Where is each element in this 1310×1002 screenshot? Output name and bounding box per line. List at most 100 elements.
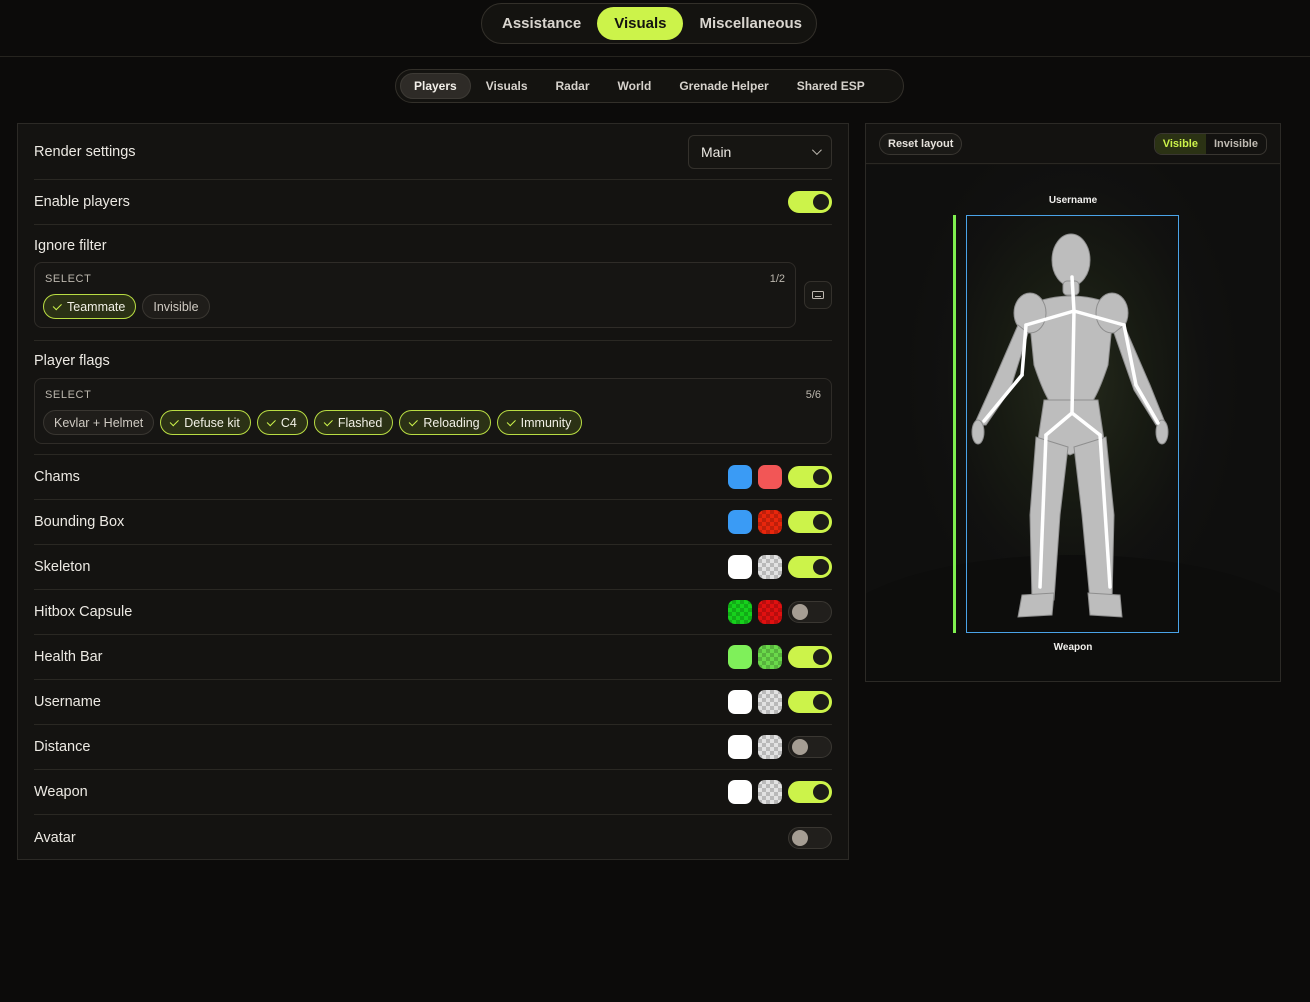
keybind-button[interactable] bbox=[804, 281, 832, 309]
subtab-visuals[interactable]: Visuals bbox=[473, 73, 541, 99]
subtab-grenade-helper[interactable]: Grenade Helper bbox=[666, 73, 781, 99]
feature-row-avatar: Avatar bbox=[34, 815, 832, 860]
chip-label: C4 bbox=[280, 415, 297, 430]
render-settings-dropdown[interactable]: Main bbox=[688, 134, 832, 169]
reset-layout-button[interactable]: Reset layout bbox=[879, 133, 963, 155]
player-flags-select[interactable]: SELECT 5/6 Kevlar + Helmet Defuse kit C4… bbox=[34, 378, 832, 444]
invisible-color-swatch[interactable] bbox=[758, 645, 782, 669]
tab-miscellaneous[interactable]: Miscellaneous bbox=[683, 7, 818, 40]
toggle-knob bbox=[813, 694, 829, 710]
player-flags-label: Player flags bbox=[34, 353, 110, 369]
feature-row-hitbox-capsule: Hitbox Capsule bbox=[34, 590, 832, 635]
tab-visuals[interactable]: Visuals bbox=[597, 7, 684, 40]
select-title: SELECT bbox=[45, 389, 92, 401]
esp-bounding-box[interactable] bbox=[966, 215, 1179, 633]
invisible-color-swatch[interactable] bbox=[758, 780, 782, 804]
feature-row-distance: Distance bbox=[34, 725, 832, 770]
esp-username-label[interactable]: Username bbox=[866, 195, 1280, 206]
chams-toggle[interactable] bbox=[788, 466, 832, 488]
keyboard-icon bbox=[812, 291, 824, 299]
subtab-players[interactable]: Players bbox=[400, 73, 471, 99]
visible-color-swatch[interactable] bbox=[728, 690, 752, 714]
visibility-segmented-control: Visible Invisible bbox=[1153, 133, 1267, 155]
check-icon bbox=[169, 417, 180, 427]
skeleton-toggle[interactable] bbox=[788, 556, 832, 578]
subtab-radar[interactable]: Radar bbox=[543, 73, 603, 99]
invisible-color-swatch[interactable] bbox=[758, 465, 782, 489]
select-count: 5/6 bbox=[805, 389, 821, 401]
toggle-knob bbox=[813, 559, 829, 575]
enable-players-toggle[interactable] bbox=[788, 191, 832, 213]
visible-option[interactable]: Visible bbox=[1154, 134, 1206, 154]
visible-color-swatch[interactable] bbox=[728, 735, 752, 759]
toggle-knob bbox=[792, 829, 808, 846]
chip-label: Defuse kit bbox=[184, 415, 240, 430]
visible-color-swatch[interactable] bbox=[728, 510, 752, 534]
weapon-toggle[interactable] bbox=[788, 781, 832, 803]
invisible-color-swatch[interactable] bbox=[758, 690, 782, 714]
chevron-down-icon bbox=[811, 145, 822, 156]
distance-toggle[interactable] bbox=[788, 736, 832, 758]
visible-color-swatch[interactable] bbox=[728, 555, 752, 579]
toggle-knob bbox=[813, 784, 829, 800]
visible-color-swatch[interactable] bbox=[728, 780, 752, 804]
ignore-filter-select[interactable]: SELECT 1/2 Teammate Invisible bbox=[34, 262, 796, 328]
subtab-world[interactable]: World bbox=[605, 73, 665, 99]
toggle-knob bbox=[792, 604, 808, 620]
feature-row-chams: Chams bbox=[34, 455, 832, 500]
render-settings-label: Render settings bbox=[34, 143, 136, 160]
esp-preview-panel: Reset layout Visible Invisible Username bbox=[865, 123, 1281, 682]
select-count: 1/2 bbox=[769, 273, 785, 285]
chip-immunity[interactable]: Immunity bbox=[496, 410, 583, 435]
toggle-knob bbox=[792, 739, 808, 755]
main-tab-bar: Assistance Visuals Miscellaneous bbox=[481, 3, 817, 44]
feature-row-skeleton: Skeleton bbox=[34, 545, 832, 590]
avatar-toggle[interactable] bbox=[788, 826, 832, 849]
chip-c4[interactable]: C4 bbox=[256, 410, 308, 435]
invisible-color-swatch[interactable] bbox=[758, 600, 782, 624]
chip-invisible[interactable]: Invisible bbox=[142, 294, 210, 319]
toggle-knob bbox=[813, 649, 829, 665]
sub-tab-bar: Players Visuals Radar World Grenade Help… bbox=[395, 69, 904, 103]
player-settings-panel: Render settings Main Enable players Igno… bbox=[17, 123, 849, 860]
visible-color-swatch[interactable] bbox=[728, 645, 752, 669]
tab-assistance[interactable]: Assistance bbox=[486, 7, 597, 40]
chip-label: Flashed bbox=[337, 415, 383, 430]
visible-color-swatch[interactable] bbox=[728, 600, 752, 624]
visible-color-swatch[interactable] bbox=[728, 465, 752, 489]
toggle-knob bbox=[813, 514, 829, 530]
top-bar: Assistance Visuals Miscellaneous bbox=[0, 0, 1310, 57]
invisible-color-swatch[interactable] bbox=[758, 510, 782, 534]
feature-label: Weapon bbox=[34, 784, 88, 800]
check-icon bbox=[52, 301, 62, 311]
check-icon bbox=[409, 417, 419, 427]
esp-health-bar[interactable] bbox=[953, 215, 956, 633]
toggle-knob bbox=[813, 194, 829, 210]
hitbox-capsule-toggle[interactable] bbox=[788, 601, 832, 623]
chip-label: Kevlar + Helmet bbox=[54, 415, 144, 430]
chip-flashed[interactable]: Flashed bbox=[313, 410, 394, 435]
enable-players-label: Enable players bbox=[34, 194, 130, 210]
render-settings-value: Main bbox=[701, 143, 732, 160]
invisible-option[interactable]: Invisible bbox=[1206, 134, 1266, 154]
subtab-shared-esp[interactable]: Shared ESP bbox=[784, 73, 878, 99]
render-settings-row: Render settings Main bbox=[34, 124, 832, 180]
chip-reloading[interactable]: Reloading bbox=[399, 410, 491, 435]
feature-row-health-bar: Health Bar bbox=[34, 635, 832, 680]
health-bar-toggle[interactable] bbox=[788, 646, 832, 668]
bounding-box-toggle[interactable] bbox=[788, 511, 832, 533]
username-toggle[interactable] bbox=[788, 691, 832, 713]
feature-label: Distance bbox=[34, 739, 91, 755]
invisible-color-swatch[interactable] bbox=[758, 735, 782, 759]
esp-weapon-label[interactable]: Weapon bbox=[866, 642, 1280, 653]
select-title: SELECT bbox=[45, 273, 92, 285]
feature-label: Health Bar bbox=[34, 649, 103, 665]
chip-kevlar-helmet[interactable]: Kevlar + Helmet bbox=[43, 410, 155, 435]
invisible-color-swatch[interactable] bbox=[758, 555, 782, 579]
chip-teammate[interactable]: Teammate bbox=[43, 294, 137, 319]
chip-defuse-kit[interactable]: Defuse kit bbox=[160, 410, 251, 435]
toggle-knob bbox=[813, 469, 829, 485]
chip-label: Reloading bbox=[423, 415, 480, 430]
ignore-filter-label: Ignore filter bbox=[34, 238, 107, 254]
feature-label: Skeleton bbox=[34, 559, 91, 575]
